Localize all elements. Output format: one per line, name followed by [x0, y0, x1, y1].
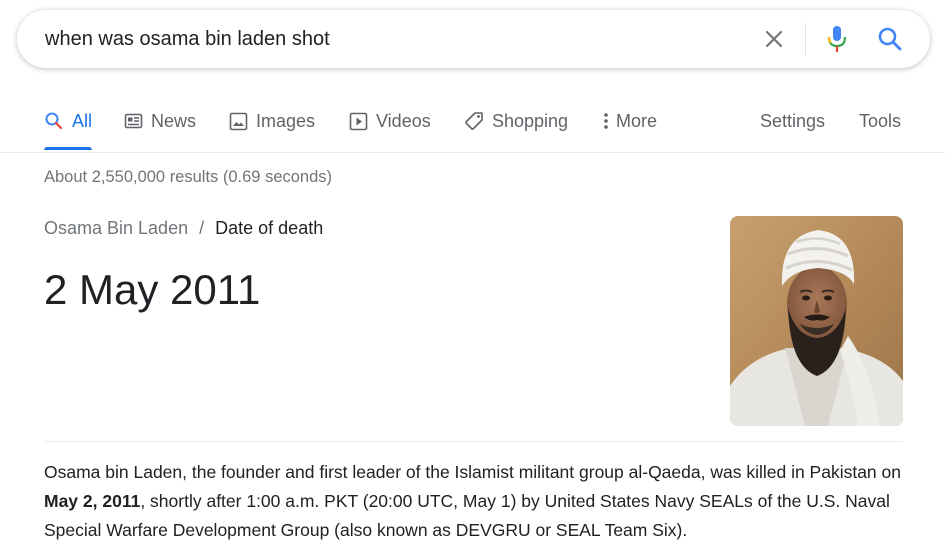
microphone-icon[interactable]	[825, 23, 849, 55]
search-results-page: when was osama bin laden shot All News I…	[0, 0, 945, 544]
tools-label: Tools	[859, 110, 902, 131]
breadcrumb-separator: /	[199, 218, 205, 238]
tab-label: Videos	[376, 110, 431, 131]
tag-icon	[465, 112, 483, 130]
tab-label: All	[72, 110, 93, 131]
tab-label: Shopping	[492, 110, 569, 131]
search-tabs: All News Images Videos Shopping More Set…	[0, 100, 945, 153]
attribute-label: Date of death	[215, 218, 324, 238]
news-icon	[124, 113, 143, 129]
tab-label: Images	[256, 110, 316, 131]
tab-more[interactable]: More	[600, 109, 657, 133]
answer-breadcrumb: Osama Bin Laden / Date of death	[44, 218, 323, 239]
active-tab-indicator	[44, 147, 92, 150]
image-icon	[229, 112, 248, 130]
video-icon	[349, 112, 368, 130]
more-vertical-icon	[604, 113, 608, 129]
result-stats: About 2,550,000 results (0.69 seconds)	[44, 168, 333, 186]
settings-link[interactable]: Settings	[760, 109, 825, 133]
entity-photo[interactable]	[730, 216, 903, 426]
tab-shopping[interactable]: Shopping	[464, 109, 568, 133]
tab-all[interactable]: All	[44, 109, 92, 133]
tab-videos[interactable]: Videos	[349, 109, 431, 133]
snippet-text-1: Osama bin Laden, the founder and first l…	[44, 462, 901, 482]
search-box-divider	[805, 23, 806, 55]
section-divider	[44, 441, 903, 442]
tab-news[interactable]: News	[124, 109, 196, 133]
search-icon[interactable]	[877, 26, 903, 52]
search-box[interactable]: when was osama bin laden shot	[17, 10, 930, 68]
snippet-highlight: May 2, 2011	[44, 491, 141, 511]
tab-label: News	[151, 110, 197, 131]
featured-snippet-text: Osama bin Laden, the founder and first l…	[44, 458, 924, 544]
tab-images[interactable]: Images	[229, 109, 315, 133]
entity-link[interactable]: Osama Bin Laden	[44, 218, 188, 238]
clear-icon[interactable]	[762, 27, 786, 51]
answer-value: 2 May 2011	[44, 266, 261, 313]
tools-link[interactable]: Tools	[859, 109, 901, 133]
tab-label: More	[616, 110, 658, 131]
search-icon	[45, 112, 63, 130]
settings-label: Settings	[760, 110, 826, 131]
search-input[interactable]: when was osama bin laden shot	[45, 27, 330, 51]
snippet-text-2: , shortly after 1:00 a.m. PKT (20:00 UTC…	[44, 491, 890, 540]
